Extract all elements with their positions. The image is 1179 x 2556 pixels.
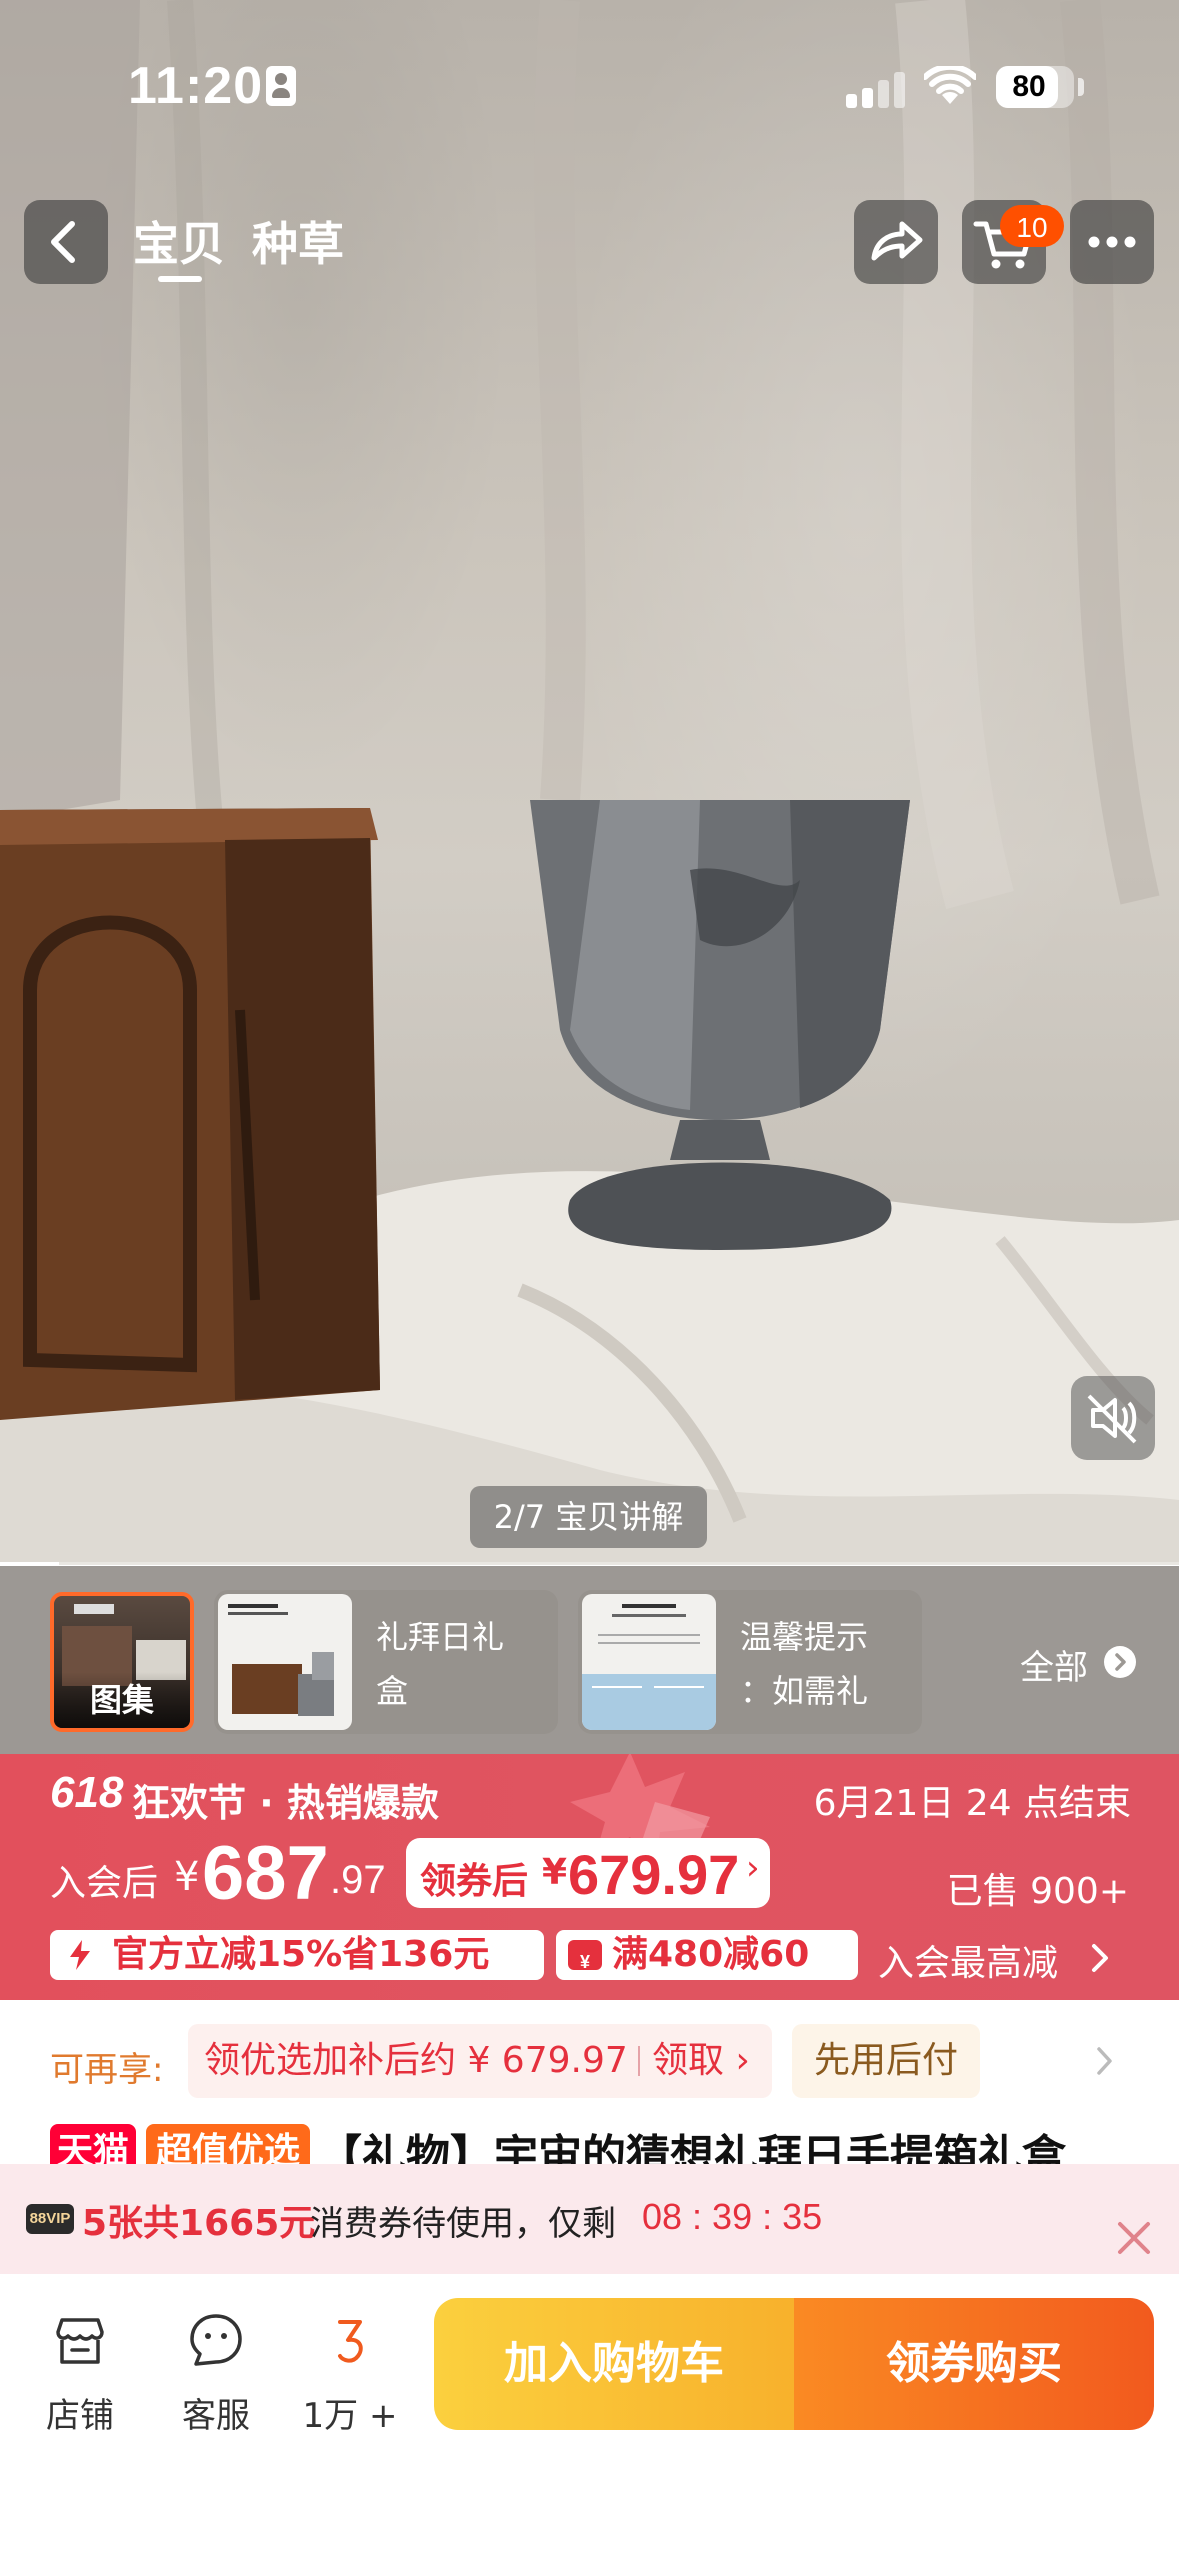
chevron-right-icon: › (746, 1848, 760, 1888)
vip-coupon-banner[interactable]: 88VIP 5张共1665元 消费券待使用，仅剩 08 : 39 : 35 (0, 2164, 1179, 2274)
cart-count-badge: 10 (1000, 205, 1064, 247)
vip-coupon-count: 5张共1665元 (82, 2203, 316, 2244)
thumbnail-image (218, 1594, 352, 1730)
person-badge-icon (266, 66, 296, 106)
currency-symbol: ¥ (174, 1854, 200, 1900)
coupon-price-label: 领券后 (420, 1861, 529, 1902)
thumbnail-gallery[interactable]: 图集 (50, 1592, 194, 1732)
store-label: 店铺 (46, 2396, 114, 2436)
gallery-page-indicator: 2/7 宝贝讲解 (470, 1486, 707, 1548)
favorites-count: 1万 + (302, 2396, 398, 2436)
vip-countdown: 08 : 39 : 35 (642, 2196, 823, 2237)
subsidy-text: 领优选加补后约 ¥ 679.97 (204, 2040, 628, 2081)
wifi-icon (924, 66, 976, 104)
value-pick-tag: 超值优选 (146, 2124, 310, 2164)
extra-benefits-label: 可再享: (50, 2050, 164, 2090)
member-price-integer: 687 (202, 1831, 329, 1916)
battery-cap (1078, 78, 1084, 96)
chevron-right-icon[interactable] (1094, 2044, 1116, 2078)
event-title: 狂欢节 · 热销爆款 (132, 1781, 439, 1825)
member-max-discount-link[interactable]: 入会最高减 (878, 1934, 1058, 1986)
chat-face-icon (190, 2314, 242, 2366)
more-dots-icon (1088, 236, 1136, 248)
product-title-row[interactable]: 天猫 超值优选 【礼物】宇宙的猜想礼拜日手提箱礼盒 (0, 2120, 1179, 2164)
tmall-tag: 天猫 (50, 2124, 136, 2164)
thumbnail-caption: 温馨提示 ：如需礼 (740, 1618, 869, 1710)
subsidy-coupon-pill[interactable]: 领优选加补后约 ¥ 679.97 领取 › (188, 2024, 772, 2098)
customer-service-label: 客服 (182, 2396, 250, 2436)
sold-count: 已售 900+ (946, 1871, 1129, 1912)
favorite-hook-icon (338, 2320, 363, 2363)
back-button[interactable] (24, 200, 108, 284)
vip-coupon-text: 消费券待使用，仅剩 (310, 2204, 616, 2244)
thumbnail-caption: 礼拜日礼 盒 (376, 1618, 505, 1710)
view-all-thumbnails-link[interactable]: 全部 (1020, 1640, 1088, 1689)
store-icon (56, 2318, 104, 2364)
buy-with-coupon-button[interactable]: 领券购买 (794, 2298, 1154, 2430)
product-title: 【礼物】宇宙的猜想礼拜日手提箱礼盒 (318, 2131, 1066, 2164)
member-price-prefix: 入会后 (50, 1863, 159, 1904)
88vip-badge: 88VIP (26, 2204, 74, 2234)
promo-banner: 618 狂欢节 · 热销爆款 6月21日 24 点结束 入会后 ¥ 687 .9… (0, 1754, 1179, 2000)
favorites-button[interactable]: 1万 + (290, 2308, 410, 2437)
extra-benefits-row: 可再享: 领优选加补后约 ¥ 679.97 领取 › 先用后付 (0, 2000, 1179, 2120)
svg-text:¥: ¥ (580, 1952, 590, 1972)
more-button[interactable] (1070, 200, 1154, 284)
chevron-left-icon (51, 221, 75, 263)
battery-percent: 80 (1012, 70, 1046, 103)
member-price-decimal: .97 (330, 1858, 386, 1902)
tab-item[interactable]: 宝贝 (133, 208, 225, 274)
lightning-icon (70, 1940, 90, 1970)
coupon-price-value: 679.97 (568, 1843, 740, 1906)
event-number: 618 (50, 1768, 124, 1817)
thumbnail-card[interactable]: 温馨提示 ：如需礼 (578, 1590, 922, 1734)
speaker-muted-icon (1087, 1394, 1137, 1444)
tab-recommendations[interactable]: 种草 (252, 208, 344, 274)
pay-later-pill[interactable]: 先用后付 (792, 2024, 980, 2098)
thumbnail-image (582, 1594, 716, 1730)
add-to-cart-button[interactable]: 加入购物车 (434, 2298, 794, 2430)
share-arrow-icon (871, 221, 923, 261)
battery-icon: 80 (996, 66, 1074, 108)
customer-service-button[interactable]: 客服 (156, 2308, 276, 2437)
full-reduction-tag: ¥ 满480减60 (556, 1930, 858, 1980)
currency-symbol: ¥ (542, 1852, 568, 1893)
mute-button[interactable] (1071, 1376, 1155, 1460)
divider (638, 2046, 640, 2076)
store-button[interactable]: 店铺 (20, 2308, 140, 2437)
bottom-action-bar: 店铺 客服 1万 + 加入购物车 领券购买 (0, 2274, 1179, 2556)
clock: 11:20 (128, 57, 264, 115)
close-icon[interactable] (1114, 2218, 1154, 2258)
thumbnail-gallery-label: 图集 (54, 1672, 190, 1728)
chevron-right-icon[interactable] (1088, 1940, 1112, 1976)
status-bar: 11:20 80 (0, 0, 1179, 180)
coupon-price-pill[interactable]: 领券后 ¥ 679.97 › (406, 1838, 770, 1908)
active-tab-indicator (158, 276, 202, 282)
coupon-icon: ¥ (568, 1940, 602, 1972)
official-discount-tag: 官方立减15%省136元 (50, 1930, 544, 1980)
event-end-time: 6月21日 24 点结束 (813, 1783, 1131, 1824)
cellular-signal-icon (846, 70, 906, 108)
claim-link[interactable]: 领取 › (652, 2024, 750, 2098)
share-button[interactable] (854, 200, 938, 284)
thumbnail-card[interactable]: 礼拜日礼 盒 (214, 1590, 558, 1734)
chevron-right-circle-icon[interactable] (1104, 1646, 1136, 1678)
